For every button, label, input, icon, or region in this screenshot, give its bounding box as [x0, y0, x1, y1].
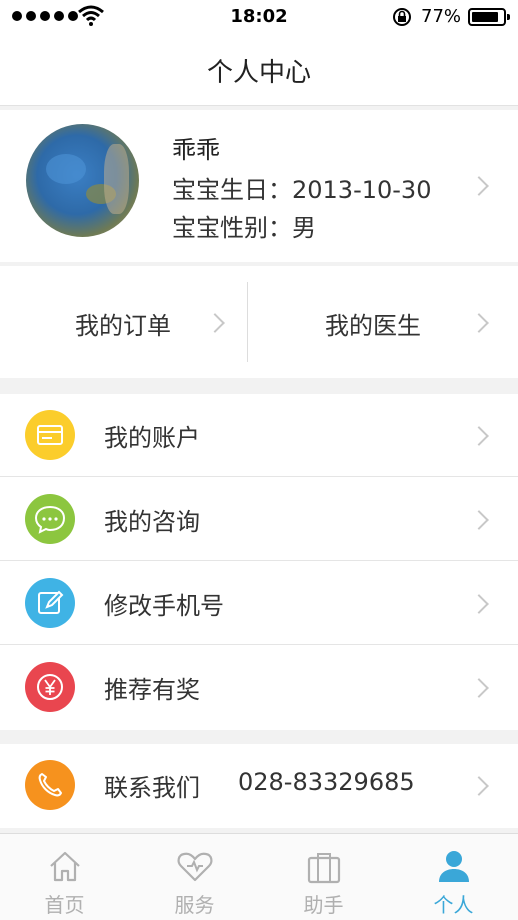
chevron-right-icon [205, 313, 225, 333]
avatar[interactable] [26, 124, 139, 237]
chevron-right-icon [469, 176, 489, 196]
status-bar: 18:02 77% [0, 0, 518, 34]
quick-links: 我的订单 我的医生 [0, 266, 518, 378]
my-orders-button[interactable]: 我的订单 [0, 266, 247, 378]
tab-bar: 首页 服务 助手 个人 [0, 833, 518, 920]
bag-icon [307, 853, 341, 884]
tab-assistant[interactable]: 助手 [259, 834, 388, 920]
chevron-right-icon [469, 510, 489, 530]
tab-home[interactable]: 首页 [0, 834, 129, 920]
yen-icon [25, 662, 75, 712]
menu-item-label: 修改手机号 [104, 592, 224, 620]
tab-profile[interactable]: 个人 [389, 834, 518, 920]
menu-item-referral-reward[interactable]: 推荐有奖 [0, 646, 518, 729]
contact-us-label: 联系我们 [104, 774, 200, 802]
menu-list: 我的账户 我的咨询 修改手机号 推荐有奖 [0, 394, 518, 730]
contact-phone-number: 028-83329685 [238, 768, 415, 796]
battery-icon [468, 8, 510, 26]
tab-label: 首页 [44, 893, 85, 917]
nav-bar: 个人中心 [0, 34, 518, 106]
rotation-lock-icon [393, 8, 411, 26]
page-title: 个人中心 [206, 58, 311, 88]
my-doctors-label: 我的医生 [325, 312, 421, 340]
chevron-right-icon [469, 594, 489, 614]
heart-icon [177, 852, 213, 882]
chat-bubble-icon [25, 494, 75, 544]
profile-card[interactable]: 乖乖 宝宝生日：2013-10-30 宝宝性别：男 [0, 110, 518, 262]
person-icon [439, 851, 469, 882]
chevron-right-icon [469, 313, 489, 333]
baby-gender: 宝宝性别：男 [172, 214, 316, 242]
chevron-right-icon [469, 426, 489, 446]
menu-item-label: 我的账户 [104, 424, 200, 452]
chevron-right-icon [469, 776, 489, 796]
card-icon [25, 410, 75, 460]
my-doctors-button[interactable]: 我的医生 [248, 266, 518, 378]
baby-birthday: 宝宝生日：2013-10-30 [172, 176, 432, 204]
menu-item-label: 我的咨询 [104, 508, 200, 536]
tab-label: 个人 [433, 893, 474, 917]
home-icon [50, 851, 80, 882]
battery-percent: 77% [421, 6, 462, 27]
menu-item-account[interactable]: 我的账户 [0, 394, 518, 477]
menu-item-label: 推荐有奖 [104, 676, 200, 704]
tab-services[interactable]: 服务 [130, 834, 259, 920]
baby-name: 乖乖 [172, 136, 220, 164]
contact-us-button[interactable]: 联系我们 028-83329685 [0, 744, 518, 827]
edit-icon [25, 578, 75, 628]
tab-label: 服务 [174, 893, 215, 917]
tab-label: 助手 [303, 893, 344, 917]
menu-item-change-phone[interactable]: 修改手机号 [0, 562, 518, 645]
menu-item-consultation[interactable]: 我的咨询 [0, 478, 518, 561]
my-orders-label: 我的订单 [75, 312, 171, 340]
phone-icon [25, 760, 75, 810]
contact-section: 联系我们 028-83329685 [0, 744, 518, 828]
chevron-right-icon [469, 678, 489, 698]
